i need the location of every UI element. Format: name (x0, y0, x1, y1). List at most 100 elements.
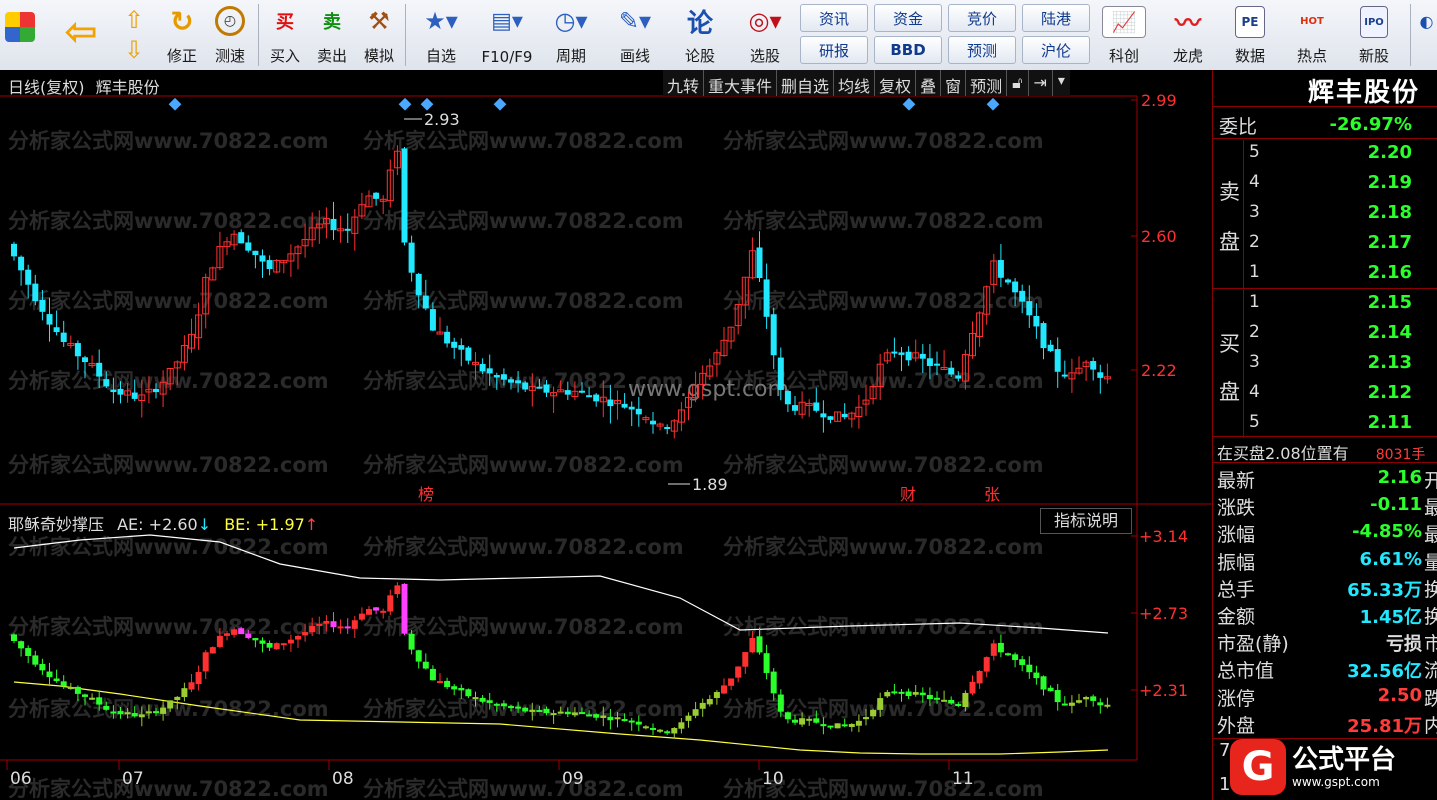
toolbar-overflow-button[interactable]: ◐ (1416, 2, 1437, 68)
forecast-chart-button[interactable]: 预测 (966, 70, 1008, 96)
watermark-text: 分析家公式网www.70822.com (723, 697, 1044, 721)
arrow-up-icon[interactable]: ⇧ (124, 6, 144, 34)
indicator-candle-body (259, 640, 266, 644)
research-button[interactable]: 研报 (800, 36, 868, 64)
center-watermark: www.gspt.com (628, 377, 789, 402)
indicator-candle-body (806, 718, 813, 721)
hk-connect-button[interactable]: 陆港 (1022, 4, 1090, 32)
toolbar-item-0[interactable]: ↻ 修正 (160, 2, 204, 68)
indicator-candle-body (1061, 703, 1068, 706)
sell-level: 4 (1249, 172, 1260, 192)
indicator-candle-body (422, 661, 429, 669)
buy-price[interactable]: 2.12 (1368, 382, 1412, 403)
sell-price[interactable]: 2.19 (1368, 172, 1412, 193)
buy-price[interactable]: 2.14 (1368, 322, 1412, 343)
bbd-button[interactable]: BBD (874, 36, 942, 64)
back-button[interactable]: ⇦ (54, 2, 108, 68)
candle-body (82, 357, 88, 363)
buy-price[interactable]: 2.13 (1368, 352, 1412, 373)
remove-watchlist-button[interactable]: 删自选 (777, 70, 835, 96)
period-label[interactable]: 日线(复权) (8, 78, 85, 97)
indicator-candle-body (224, 633, 230, 636)
stat-value: 亏损 (1386, 634, 1422, 656)
lock-icon[interactable]: 🔓︎ (1007, 70, 1029, 96)
candle-body (522, 382, 529, 390)
candle-body (486, 368, 493, 374)
indicator-name[interactable]: 耶稣奇妙撑压 (8, 515, 104, 534)
indicator-candle-body (53, 678, 60, 682)
candle-body (74, 343, 81, 357)
window-button[interactable]: 窗 (941, 70, 967, 96)
candle-body (238, 232, 245, 244)
expand-icon[interactable]: ⇥ (1029, 70, 1053, 96)
buy-price[interactable]: 2.15 (1368, 292, 1412, 313)
toolbar-item-3[interactable]: 卖 卖出 (310, 2, 354, 68)
sell-price[interactable]: 2.20 (1368, 142, 1412, 163)
candle-body (117, 388, 124, 395)
arrow-down-icon[interactable]: ⇩ (124, 36, 144, 64)
toolbar-item-11[interactable]: 📈 科创 (1096, 2, 1152, 68)
indicator-explain-button[interactable]: 指标说明 (1040, 508, 1132, 534)
indicator-candle-body (969, 681, 976, 694)
toolbar-item-6[interactable]: ▤▾ F10/F9 (476, 2, 538, 68)
event-marker-label[interactable]: 张 (984, 485, 1000, 504)
auction-button[interactable]: 竞价 (948, 4, 1016, 32)
event-diamond-icon[interactable] (493, 97, 507, 111)
major-events-button[interactable]: 重大事件 (704, 70, 778, 96)
indicator-candle-body (11, 634, 17, 641)
up-down-buttons[interactable]: ⇧ ⇩ (118, 2, 156, 68)
price-axis-label: 2.22 (1141, 361, 1177, 380)
toolbar-item-10[interactable]: ◎▾ 选股 (734, 2, 796, 68)
stat-tail: 最 (1424, 524, 1437, 547)
toolbar-item-2[interactable]: 买 买入 (263, 2, 307, 68)
toolbar-item-5[interactable]: ★▾ 自选 (410, 2, 472, 68)
ma-button[interactable]: 均线 (834, 70, 876, 96)
sell-price[interactable]: 2.17 (1368, 232, 1412, 253)
event-diamond-icon[interactable] (168, 97, 182, 111)
toolbar-item-12[interactable]: 〰 龙虎 (1160, 2, 1216, 68)
funds-button[interactable]: 资金 (874, 4, 942, 32)
event-marker-label[interactable]: 榜 (418, 485, 434, 504)
chevron-down-icon[interactable]: ▾ (1053, 70, 1070, 96)
app-menu-button[interactable] (0, 2, 40, 68)
buy-price[interactable]: 2.11 (1368, 412, 1412, 433)
watermark-layer: 分析家公式网www.70822.com 分析家公式网www.70822.com 分析… (8, 129, 1044, 800)
candle-body (465, 347, 472, 361)
toolbar-item-9[interactable]: 论 论股 (672, 2, 728, 68)
sell-price[interactable]: 2.16 (1368, 262, 1412, 283)
indicator-candle-body (621, 719, 628, 722)
indicator-candle-body (408, 633, 415, 650)
sell-price[interactable]: 2.18 (1368, 202, 1412, 223)
buy-icon: 买 (276, 12, 294, 33)
toolbar-item-4[interactable]: ⚒ 模拟 (357, 2, 401, 68)
indicator-candle-body (309, 625, 316, 633)
toolbar-item-8[interactable]: ✎▾ 画线 (604, 2, 666, 68)
indicator-axis-label: +3.14 (1139, 527, 1188, 546)
stat-label: 金额 (1217, 606, 1256, 628)
stat-label: 市盈(静) (1217, 633, 1289, 656)
candle-body (515, 380, 522, 384)
overlay-button[interactable]: 叠 (916, 70, 942, 96)
chart-icon: 📈 (1102, 6, 1146, 38)
order-notice[interactable]: 在买盘2.08位置有 8031手 (1217, 440, 1425, 464)
toolbar-item-1[interactable]: ◴ 测速 (208, 2, 252, 68)
toolbar-item-15[interactable]: IPO 新股 (1346, 2, 1402, 68)
toolbar-item-14[interactable]: HOT 热点 (1284, 2, 1340, 68)
event-marker-label[interactable]: 财 (900, 485, 916, 504)
indicator-candle-body (1005, 653, 1011, 656)
indicator-candle-body (82, 694, 88, 697)
event-diamond-icon[interactable] (420, 97, 434, 111)
jiuzhuan-button[interactable]: 九转 (663, 70, 705, 96)
toolbar-item-13[interactable]: PE 数据 (1222, 2, 1278, 68)
toolbar-item-7[interactable]: ◷▾ 周期 (540, 2, 602, 68)
sh-london-button[interactable]: 沪伦 (1022, 36, 1090, 64)
forecast-button[interactable]: 预测 (948, 36, 1016, 64)
candle-body (593, 394, 600, 402)
news-button[interactable]: 资讯 (800, 4, 868, 32)
event-diamond-icon[interactable] (986, 97, 1000, 111)
kline-chart-area[interactable]: 分析家公式网www.70822.com 分析家公式网www.70822.com 分析… (0, 70, 1212, 800)
event-diamond-icon[interactable] (398, 97, 412, 111)
adjust-button[interactable]: 复权 (875, 70, 917, 96)
event-diamond-icon[interactable] (902, 97, 916, 111)
watermark-text: 分析家公式网www.70822.com (363, 453, 684, 477)
